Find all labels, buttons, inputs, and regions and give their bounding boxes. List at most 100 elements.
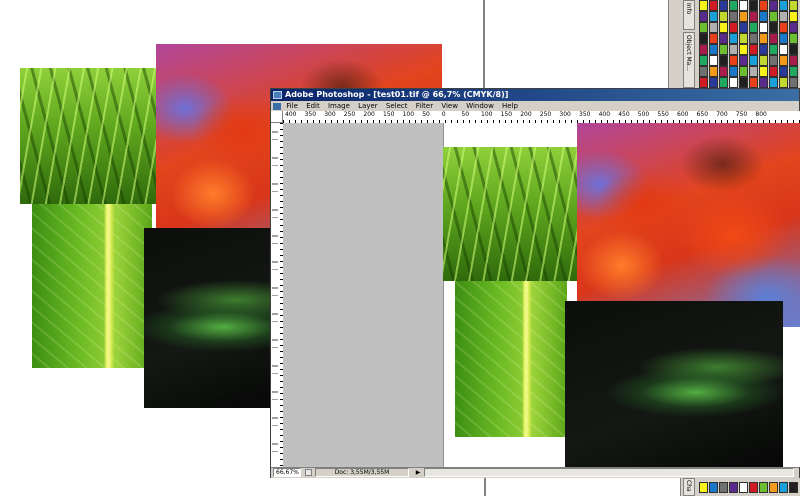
color-swatch[interactable] (789, 482, 798, 493)
color-swatch[interactable] (779, 55, 788, 66)
color-swatch[interactable] (739, 55, 748, 66)
color-swatch[interactable] (789, 0, 798, 11)
color-swatch[interactable] (759, 11, 768, 22)
color-swatch[interactable] (759, 44, 768, 55)
color-swatch[interactable] (779, 77, 788, 88)
color-swatch[interactable] (749, 77, 758, 88)
color-swatch[interactable] (739, 77, 748, 88)
color-swatch[interactable] (699, 55, 708, 66)
color-swatch[interactable] (769, 482, 778, 493)
color-swatch[interactable] (739, 482, 748, 493)
palette-tab-info[interactable]: Info (683, 0, 695, 30)
color-swatch[interactable] (749, 33, 758, 44)
menu-help[interactable]: Help (499, 101, 521, 111)
zoom-field[interactable]: 66,67% (273, 468, 301, 477)
color-swatch[interactable] (699, 33, 708, 44)
color-swatch[interactable] (719, 22, 728, 33)
color-swatch[interactable] (789, 44, 798, 55)
color-swatch[interactable] (699, 66, 708, 77)
menu-select[interactable]: Select (383, 101, 411, 111)
color-swatch[interactable] (699, 11, 708, 22)
color-swatch[interactable] (769, 77, 778, 88)
color-swatch[interactable] (719, 11, 728, 22)
color-swatch[interactable] (749, 22, 758, 33)
color-swatch[interactable] (759, 22, 768, 33)
color-swatch[interactable] (759, 55, 768, 66)
color-swatch[interactable] (779, 66, 788, 77)
menu-filter[interactable]: Filter (413, 101, 436, 111)
color-swatch[interactable] (759, 482, 768, 493)
color-swatch[interactable] (699, 0, 708, 11)
menu-image[interactable]: Image (325, 101, 353, 111)
color-swatch[interactable] (739, 0, 748, 11)
color-swatch[interactable] (749, 0, 758, 11)
color-swatch[interactable] (699, 482, 708, 493)
color-swatch[interactable] (709, 77, 718, 88)
color-swatch[interactable] (719, 0, 728, 11)
color-swatch[interactable] (709, 66, 718, 77)
color-swatch[interactable] (739, 11, 748, 22)
color-swatch[interactable] (739, 33, 748, 44)
color-swatch[interactable] (719, 33, 728, 44)
color-swatch[interactable] (759, 77, 768, 88)
color-swatch[interactable] (779, 44, 788, 55)
color-swatch[interactable] (719, 77, 728, 88)
color-swatch[interactable] (739, 44, 748, 55)
color-swatch[interactable] (729, 77, 738, 88)
color-swatch[interactable] (789, 22, 798, 33)
color-swatch[interactable] (749, 66, 758, 77)
color-swatch[interactable] (709, 33, 718, 44)
color-swatch[interactable] (729, 66, 738, 77)
color-swatch[interactable] (749, 44, 758, 55)
color-swatch[interactable] (779, 11, 788, 22)
color-swatch[interactable] (779, 0, 788, 11)
color-swatch[interactable] (699, 44, 708, 55)
color-swatch[interactable] (709, 22, 718, 33)
color-swatch[interactable] (769, 11, 778, 22)
color-swatch[interactable] (789, 11, 798, 22)
color-swatch[interactable] (769, 44, 778, 55)
status-menu-arrow[interactable]: ▶ (414, 468, 422, 477)
palette-tab-channels[interactable]: Cha (683, 478, 695, 496)
color-swatch[interactable] (749, 11, 758, 22)
color-swatch[interactable] (789, 77, 798, 88)
color-swatch[interactable] (729, 44, 738, 55)
canvas-area[interactable] (283, 123, 800, 467)
menu-window[interactable]: Window (463, 101, 497, 111)
color-swatch[interactable] (779, 33, 788, 44)
color-swatch[interactable] (719, 55, 728, 66)
color-swatch[interactable] (759, 66, 768, 77)
color-swatch[interactable] (789, 55, 798, 66)
color-swatch[interactable] (749, 55, 758, 66)
color-swatch[interactable] (779, 482, 788, 493)
menu-view[interactable]: View (438, 101, 461, 111)
menu-file[interactable]: File (283, 101, 301, 111)
color-swatch[interactable] (739, 66, 748, 77)
menu-layer[interactable]: Layer (355, 101, 381, 111)
color-swatch[interactable] (709, 44, 718, 55)
color-swatch[interactable] (729, 11, 738, 22)
color-swatch[interactable] (699, 22, 708, 33)
color-swatch[interactable] (719, 482, 728, 493)
color-swatch[interactable] (729, 55, 738, 66)
horizontal-scrollbar[interactable] (424, 468, 794, 477)
color-swatch[interactable] (789, 33, 798, 44)
color-swatch[interactable] (789, 66, 798, 77)
color-swatch[interactable] (709, 55, 718, 66)
color-swatch[interactable] (769, 0, 778, 11)
color-swatch[interactable] (749, 482, 758, 493)
ruler-origin[interactable] (271, 111, 283, 123)
color-swatch[interactable] (729, 0, 738, 11)
status-preview-icon[interactable] (305, 469, 312, 476)
photoshop-window[interactable]: Adobe Photoshop - [test01.tif @ 66,7% (C… (270, 88, 800, 478)
color-swatch[interactable] (739, 22, 748, 33)
color-swatch[interactable] (719, 66, 728, 77)
title-bar[interactable]: Adobe Photoshop - [test01.tif @ 66,7% (C… (271, 89, 799, 101)
color-swatch[interactable] (779, 22, 788, 33)
menu-edit[interactable]: Edit (303, 101, 323, 111)
color-swatch[interactable] (729, 22, 738, 33)
color-swatch[interactable] (709, 0, 718, 11)
color-swatch[interactable] (719, 44, 728, 55)
color-swatch[interactable] (769, 22, 778, 33)
color-swatch[interactable] (729, 482, 738, 493)
